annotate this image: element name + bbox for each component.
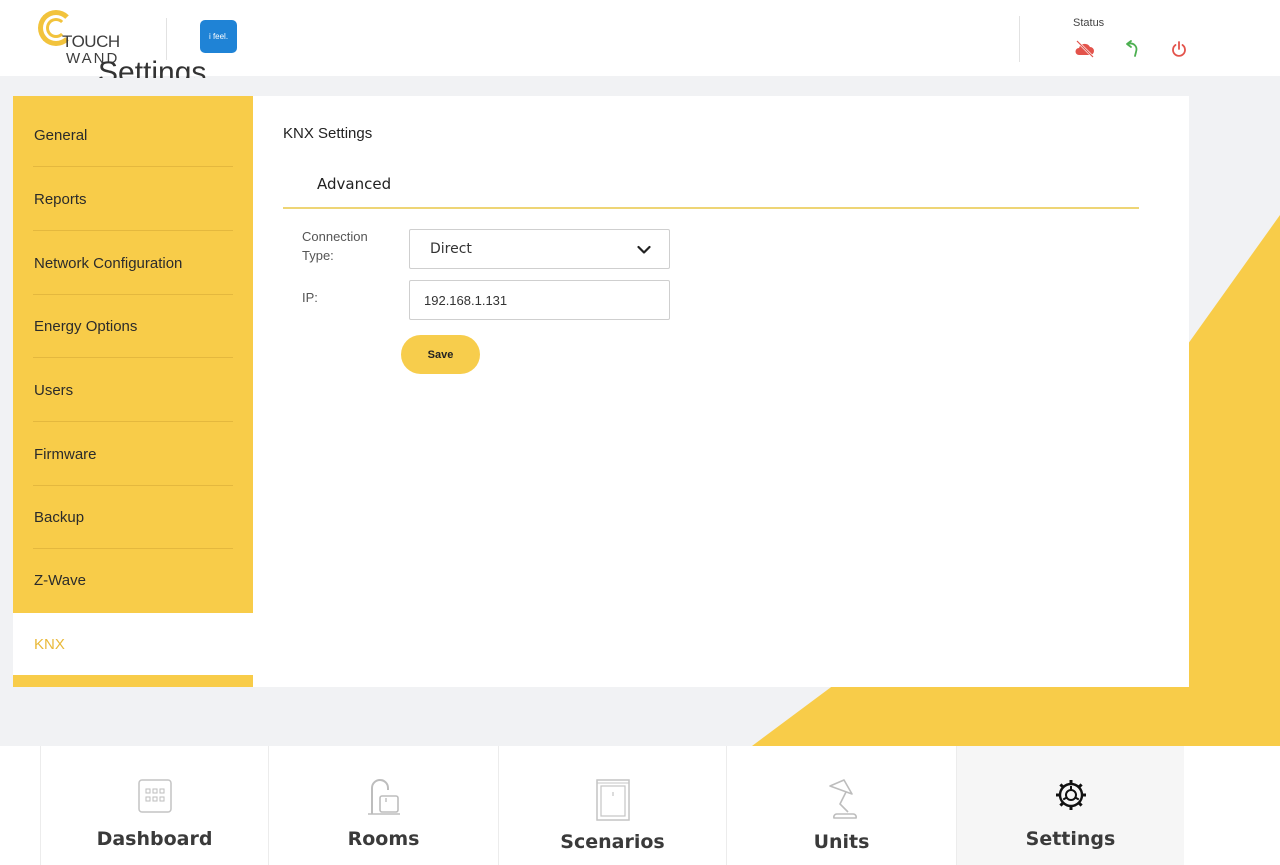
sidebar-item-users[interactable]: Users [13,358,253,422]
ip-input[interactable] [409,280,670,320]
rooms-icon [364,778,404,821]
connection-type-select[interactable]: Direct [409,229,670,269]
header-divider [166,18,167,60]
panel-title: KNX Settings [283,125,373,142]
sidebar-item-label: Network Configuration [34,254,183,272]
connection-type-value: Direct [430,241,472,257]
nav-item-scenarios[interactable]: Scenarios [498,746,726,865]
connection-type-label-line2: Type: [302,248,334,263]
nav-item-rooms[interactable]: Rooms [268,746,498,865]
connection-type-label-line1: Connection [302,229,368,244]
sidebar-item-label: Z-Wave [34,571,86,589]
nav-label: Settings [1025,828,1116,850]
sidebar-item-label: Reports [34,190,87,208]
lamp-icon [824,778,860,825]
nav-label: Scenarios [560,831,665,853]
knx-settings-panel: KNX Settings Advanced Connection Type: D… [253,96,1189,687]
save-button[interactable]: Save [401,335,480,374]
bottom-navigation: Dashboard Rooms Scenarios Units Settings [0,746,1280,865]
sidebar-item-label: KNX [34,635,65,653]
power-icon[interactable] [1170,39,1188,59]
nav-item-units[interactable]: Units [726,746,956,865]
sidebar-item-network-configuration[interactable]: Network Configuration [13,231,253,295]
dashboard-icon [137,778,173,819]
page-title: Settings [98,58,207,78]
sidebar-item-label: Users [34,381,74,399]
logo-text-touch: TOUCH [62,32,120,51]
sidebar-item-energy-options[interactable]: Energy Options [13,294,253,358]
sidebar-item-label: Firmware [34,445,97,463]
nav-item-settings[interactable]: Settings [956,746,1184,865]
nav-label: Units [813,831,870,853]
header-divider-status [1019,16,1020,62]
undo-icon[interactable] [1124,39,1142,59]
scenarios-icon [595,778,631,827]
decor-shape-bottom [752,687,1280,746]
settings-sidebar: General Reports Network Configuration En… [13,96,253,687]
cloud-off-icon[interactable] [1074,39,1096,59]
nav-label: Dashboard [96,828,213,850]
status-label: Status [1073,17,1105,29]
sidebar-item-label: Backup [34,508,85,526]
ip-label: IP: [302,290,318,305]
sidebar-item-general[interactable]: General [13,103,253,167]
sidebar-item-firmware[interactable]: Firmware [13,422,253,486]
nav-item-dashboard[interactable]: Dashboard [40,746,268,865]
tab-underline [283,207,1139,209]
gear-icon [1054,778,1088,817]
sidebar-item-backup[interactable]: Backup [13,485,253,549]
chevron-down-icon [637,243,651,259]
sidebar-item-knx[interactable]: KNX [13,613,253,675]
sidebar-item-label: Energy Options [34,317,138,335]
tab-active-gap [283,205,431,207]
tab-advanced[interactable]: Advanced [317,175,391,193]
status-icons [1074,38,1188,60]
sidebar-item-label: General [34,126,88,144]
nav-label: Rooms [347,828,420,850]
sidebar-item-reports[interactable]: Reports [13,167,253,231]
sidebar-item-z-wave[interactable]: Z-Wave [13,548,253,612]
ifeel-logo: i feel. [200,20,237,53]
connection-type-label: Connection Type: [302,227,368,265]
